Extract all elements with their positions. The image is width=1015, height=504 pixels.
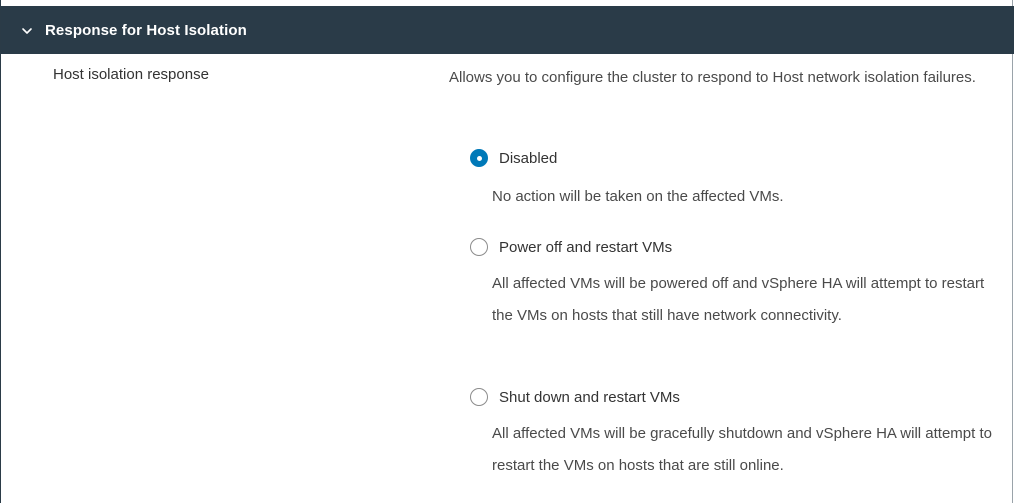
option-label-disabled: Disabled <box>499 149 558 167</box>
setting-description: Allows you to configure the cluster to r… <box>449 69 976 86</box>
radio-option-shutdown-restart[interactable]: Shut down and restart VMs <box>470 388 680 406</box>
radio-button-selected[interactable] <box>470 149 488 167</box>
setting-label: Host isolation response <box>53 66 209 83</box>
radio-option-power-off-restart[interactable]: Power off and restart VMs <box>470 238 672 256</box>
option-description-shutdown-restart: All affected VMs will be gracefully shut… <box>492 425 992 474</box>
section-header-toggle[interactable]: Response for Host Isolation <box>1 6 1014 54</box>
section-title: Response for Host Isolation <box>45 21 247 39</box>
radio-option-disabled[interactable]: Disabled <box>470 149 557 167</box>
radio-button[interactable] <box>470 388 488 406</box>
host-isolation-panel: Response for Host Isolation Host isolati… <box>0 0 1014 503</box>
option-label-power-off-restart: Power off and restart VMs <box>499 238 673 256</box>
option-label-shutdown-restart: Shut down and restart VMs <box>499 388 680 406</box>
chevron-down-icon <box>21 24 33 36</box>
option-description-disabled: No action will be taken on the affected … <box>492 188 784 205</box>
option-description-power-off-restart: All affected VMs will be powered off and… <box>492 275 985 324</box>
radio-button[interactable] <box>470 238 488 256</box>
